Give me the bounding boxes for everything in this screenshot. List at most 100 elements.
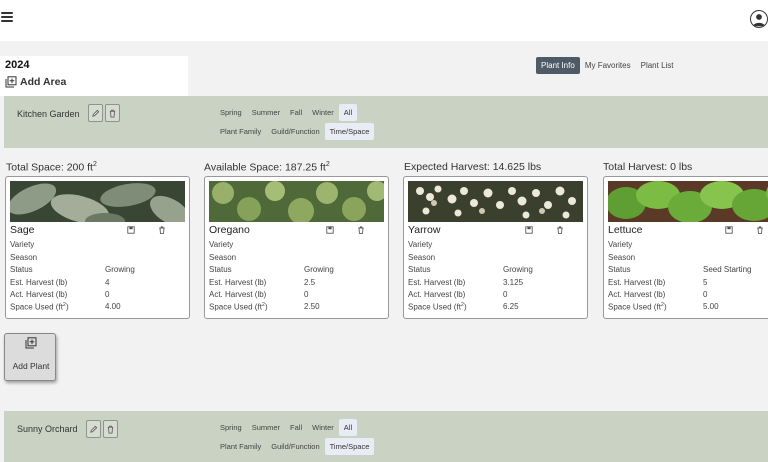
trash-icon[interactable]	[357, 226, 365, 234]
label-space-used: Space Used (ft2)	[10, 302, 69, 312]
plant-name: Yarrow	[408, 224, 441, 236]
plant-name: Lettuce	[608, 224, 643, 236]
label-act-harvest: Act. Harvest (lb)	[10, 290, 68, 299]
label-space-used: Space Used (ft2)	[608, 302, 667, 312]
info-filter-row: Plant Family Guild/Function Time/Space	[215, 438, 375, 455]
area-name: Sunny Orchard	[17, 424, 78, 434]
value-est-harvest: 5	[703, 278, 708, 287]
top-bar	[0, 0, 768, 41]
label-est-harvest: Est. Harvest (lb)	[408, 278, 466, 287]
add-area-button[interactable]: Add Area	[5, 76, 66, 88]
stat-total-space: Total Space: 200 ft2	[6, 161, 97, 174]
tab-plant-list[interactable]: Plant List	[636, 57, 679, 74]
season-filter-row: Spring Summer Fall Winter All	[215, 104, 358, 121]
filter-summer[interactable]: Summer	[247, 419, 285, 436]
label-season: Season	[608, 253, 636, 262]
plant-card-sage[interactable]: Sage Variety Season Status Growing Est. …	[5, 176, 190, 319]
edit-area-button[interactable]	[86, 420, 101, 438]
delete-area-button[interactable]	[105, 104, 120, 122]
filter-guild-function[interactable]: Guild/Function	[266, 438, 324, 455]
save-icon[interactable]	[725, 226, 733, 234]
trash-icon[interactable]	[756, 226, 764, 234]
trash-icon[interactable]	[158, 226, 166, 234]
label-variety: Variety	[408, 240, 433, 249]
label-est-harvest: Est. Harvest (lb)	[10, 278, 68, 287]
value-act-harvest: 0	[304, 290, 309, 299]
add-box-icon	[5, 76, 17, 88]
save-icon[interactable]	[525, 226, 533, 234]
filter-fall[interactable]: Fall	[285, 104, 307, 121]
filter-plant-family[interactable]: Plant Family	[215, 123, 266, 140]
value-status: Growing	[105, 265, 135, 274]
label-variety: Variety	[209, 240, 234, 249]
save-icon[interactable]	[326, 226, 334, 234]
add-plant-button[interactable]: Add Plant	[4, 333, 56, 381]
trash-icon	[107, 425, 114, 434]
view-tabs: Plant Info My Favorites Plant List	[536, 57, 679, 74]
filter-winter[interactable]: Winter	[307, 419, 339, 436]
info-filter-row: Plant Family Guild/Function Time/Space	[215, 123, 375, 140]
stat-expected-harvest: Expected Harvest: 14.625 lbs	[404, 161, 542, 173]
stat-available-space: Available Space: 187.25 ft2	[204, 161, 330, 174]
area-name: Kitchen Garden	[17, 109, 80, 119]
value-act-harvest: 0	[503, 290, 508, 299]
plant-image	[608, 181, 768, 222]
label-season: Season	[209, 253, 237, 262]
filter-plant-family[interactable]: Plant Family	[215, 438, 266, 455]
filter-time-space[interactable]: Time/Space	[324, 438, 375, 455]
plant-name: Sage	[10, 224, 35, 236]
tab-plant-info[interactable]: Plant Info	[536, 57, 580, 74]
filter-time-space[interactable]: Time/Space	[324, 123, 375, 140]
plant-card-lettuce[interactable]: Lettuce Variety Season Status Seed Start…	[603, 176, 768, 319]
plant-card-yarrow[interactable]: Yarrow Variety Season Status Growing Est…	[403, 176, 588, 319]
value-space-used: 6.25	[503, 302, 519, 311]
filter-spring[interactable]: Spring	[215, 419, 247, 436]
label-act-harvest: Act. Harvest (lb)	[408, 290, 466, 299]
add-box-icon	[25, 337, 37, 349]
area-header-kitchen-garden: Kitchen Garden Spring Summer Fall Winter…	[4, 96, 768, 148]
label-variety: Variety	[608, 240, 633, 249]
delete-area-button[interactable]	[103, 420, 118, 438]
label-act-harvest: Act. Harvest (lb)	[209, 290, 267, 299]
add-area-label: Add Area	[20, 76, 67, 88]
label-season: Season	[10, 253, 38, 262]
label-variety: Variety	[10, 240, 35, 249]
value-space-used: 2.50	[304, 302, 320, 311]
filter-guild-function[interactable]: Guild/Function	[266, 123, 324, 140]
label-space-used: Space Used (ft2)	[408, 302, 467, 312]
filter-all[interactable]: All	[338, 419, 358, 436]
add-plant-label: Add Plant	[12, 361, 50, 371]
label-status: Status	[608, 265, 631, 274]
account-circle-icon[interactable]	[750, 10, 768, 28]
plant-image	[209, 181, 384, 222]
save-icon[interactable]	[127, 226, 135, 234]
filter-summer[interactable]: Summer	[247, 104, 285, 121]
edit-area-button[interactable]	[88, 104, 103, 122]
value-act-harvest: 0	[703, 290, 708, 299]
value-space-used: 5.00	[703, 302, 719, 311]
tab-my-favorites[interactable]: My Favorites	[580, 57, 636, 74]
value-est-harvest: 3.125	[503, 278, 524, 287]
label-est-harvest: Est. Harvest (lb)	[608, 278, 666, 287]
pencil-icon	[92, 109, 100, 117]
filter-fall[interactable]: Fall	[285, 419, 307, 436]
filter-spring[interactable]: Spring	[215, 104, 247, 121]
label-act-harvest: Act. Harvest (lb)	[608, 290, 666, 299]
season-filter-row: Spring Summer Fall Winter All	[215, 419, 358, 436]
value-act-harvest: 0	[105, 290, 110, 299]
trash-icon[interactable]	[556, 226, 564, 234]
label-est-harvest: Est. Harvest (lb)	[209, 278, 267, 287]
area-header-sunny-orchard: Sunny Orchard Spring Summer Fall Winter …	[4, 411, 768, 462]
trash-icon	[109, 109, 116, 118]
value-status: Growing	[503, 265, 533, 274]
value-est-harvest: 4	[105, 278, 110, 287]
label-status: Status	[408, 265, 431, 274]
filter-all[interactable]: All	[338, 104, 358, 121]
value-status: Seed Starting	[703, 265, 752, 274]
filter-winter[interactable]: Winter	[307, 104, 339, 121]
plant-card-oregano[interactable]: Oregano Variety Season Status Growing Es…	[204, 176, 389, 319]
plant-name: Oregano	[209, 224, 250, 236]
hamburger-icon[interactable]	[1, 11, 13, 23]
label-status: Status	[10, 265, 33, 274]
pencil-icon	[90, 425, 98, 433]
